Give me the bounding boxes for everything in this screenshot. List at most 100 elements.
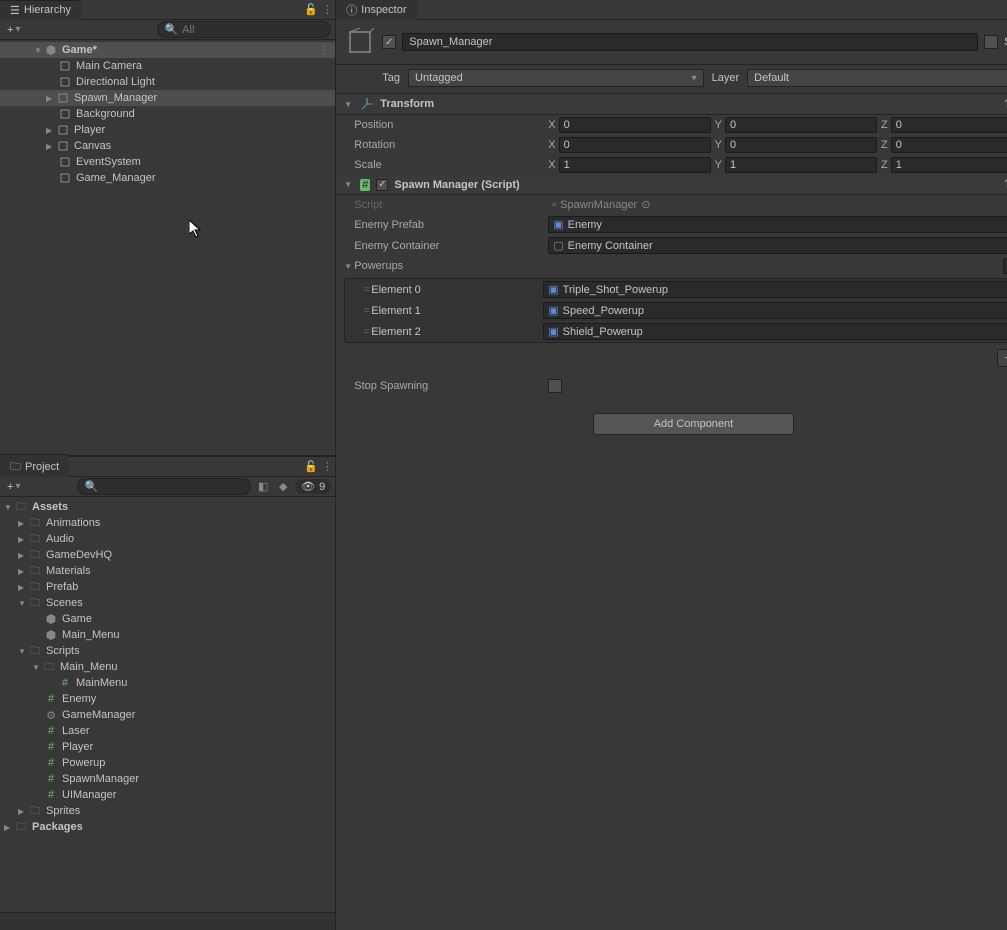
element-field[interactable]: ▣ Speed_Powerup ⊙	[543, 302, 1007, 319]
gameobject-name-input[interactable]	[402, 33, 978, 51]
hidden-toggle[interactable]: 👁 9	[295, 479, 331, 494]
script-item[interactable]: ⚙GameManager	[0, 707, 335, 723]
item-label: Main Camera	[76, 60, 142, 72]
folder-scenes[interactable]: ▼🗀Scenes	[0, 595, 335, 611]
script-item[interactable]: #Laser	[0, 723, 335, 739]
rotation-z-input[interactable]	[891, 137, 1007, 153]
gameobject-icon: ▢	[553, 239, 563, 252]
stop-spawning-row: Stop Spawning	[336, 377, 1007, 395]
gameobject-icon	[344, 26, 376, 58]
folder-item[interactable]: ▶🗀GameDevHQ	[0, 547, 335, 563]
script-item[interactable]: #SpawnManager	[0, 771, 335, 787]
script-item[interactable]: #Player	[0, 739, 335, 755]
rotation-x-input[interactable]	[559, 137, 711, 153]
static-checkbox[interactable]	[984, 35, 998, 49]
enemy-container-field[interactable]: ▢ Enemy Container ⊙	[548, 237, 1007, 254]
folder-item[interactable]: ▶🗀Animations	[0, 515, 335, 531]
spawnmanager-header[interactable]: ▼ # Spawn Manager (Script) ? ⇄ ⋮	[336, 175, 1007, 195]
folder-sprites[interactable]: ▶🗀Sprites	[0, 803, 335, 819]
script-item[interactable]: #Enemy	[0, 691, 335, 707]
lock-icon[interactable]: 🔓	[303, 459, 319, 475]
project-tab[interactable]: 🗀 Project	[0, 454, 69, 480]
hierarchy-item[interactable]: ▶ Canvas	[0, 138, 335, 154]
foldout-icon[interactable]: ▼	[344, 262, 354, 271]
foldout-icon[interactable]: ▶	[18, 551, 28, 560]
hierarchy-search[interactable]: 🔍	[157, 21, 331, 38]
lock-icon[interactable]: 🔓	[303, 2, 319, 18]
foldout-icon[interactable]: ▶	[18, 567, 28, 576]
add-button[interactable]: + ▾	[4, 480, 23, 494]
foldout-icon[interactable]: ▶	[4, 823, 14, 832]
element-field[interactable]: ▣ Triple_Shot_Powerup ⊙	[543, 281, 1007, 298]
foldout-icon[interactable]: ▼	[34, 46, 44, 55]
foldout-icon[interactable]: ▼	[344, 180, 354, 189]
foldout-icon[interactable]: ▼	[4, 503, 14, 512]
active-checkbox[interactable]	[382, 35, 396, 49]
element-field[interactable]: ▣ Shield_Powerup ⊙	[543, 323, 1007, 340]
tag-dropdown[interactable]: Untagged ▾	[408, 69, 704, 87]
foldout-icon[interactable]: ▼	[18, 647, 28, 656]
layer-dropdown[interactable]: Default ▾	[747, 69, 1007, 87]
folder-assets[interactable]: ▼ 🗀 Assets	[0, 499, 335, 515]
scene-item[interactable]: ⬢Game	[0, 611, 335, 627]
position-z-input[interactable]	[891, 117, 1007, 133]
transform-header[interactable]: ▼ Transform ? ⇄ ⋮	[336, 94, 1007, 115]
scale-y-input[interactable]	[725, 157, 877, 173]
project-header: 🗀 Project 🔓 ⋮	[0, 457, 335, 477]
folder-item[interactable]: ▶🗀Prefab	[0, 579, 335, 595]
folder-item[interactable]: ▶🗀Materials	[0, 563, 335, 579]
script-item[interactable]: #UIManager	[0, 787, 335, 803]
hierarchy-item[interactable]: EventSystem	[0, 154, 335, 170]
powerups-count-input[interactable]	[1003, 258, 1007, 274]
filter-type-icon[interactable]: ◧	[255, 479, 271, 495]
position-x-input[interactable]	[559, 117, 711, 133]
hierarchy-item[interactable]: Background	[0, 106, 335, 122]
hierarchy-tab[interactable]: ☰ Hierarchy	[0, 0, 81, 20]
array-add-button[interactable]: +	[997, 349, 1007, 367]
foldout-icon[interactable]: ▶	[46, 142, 56, 151]
add-component-button[interactable]: Add Component	[593, 413, 795, 435]
foldout-icon[interactable]: ▼	[32, 663, 42, 672]
hierarchy-item[interactable]: Directional Light	[0, 74, 335, 90]
scene-item[interactable]: ⬢Main_Menu	[0, 627, 335, 643]
hierarchy-item-selected[interactable]: ▶ Spawn_Manager	[0, 90, 335, 106]
folder-packages[interactable]: ▶🗀Packages	[0, 819, 335, 835]
foldout-icon[interactable]: ▶	[46, 126, 56, 135]
scale-x-input[interactable]	[559, 157, 711, 173]
foldout-icon[interactable]: ▼	[344, 100, 354, 109]
enemy-prefab-field[interactable]: ▣ Enemy ⊙	[548, 216, 1007, 233]
inspector-tab[interactable]: ⓘ Inspector	[336, 0, 416, 21]
foldout-icon[interactable]: ▶	[18, 519, 28, 528]
drag-handle-icon[interactable]: =	[353, 305, 367, 317]
hierarchy-item[interactable]: Game_Manager	[0, 170, 335, 186]
menu-icon[interactable]: ⋮	[319, 2, 335, 18]
folder-item[interactable]: ▶🗀Audio	[0, 531, 335, 547]
scene-row[interactable]: ▼ ⬢ Game* ⋮	[0, 42, 335, 58]
stop-spawning-checkbox[interactable]	[548, 379, 562, 393]
search-input[interactable]	[102, 481, 244, 493]
search-input[interactable]	[182, 24, 324, 36]
script-icon: #	[44, 789, 58, 801]
hierarchy-item[interactable]: Main Camera	[0, 58, 335, 74]
filter-label-icon[interactable]: ◆	[275, 479, 291, 495]
foldout-icon[interactable]: ▶	[18, 583, 28, 592]
drag-handle-icon[interactable]: =	[353, 284, 367, 296]
element-value: Shield_Powerup	[563, 326, 643, 338]
project-search[interactable]: 🔍	[77, 478, 251, 495]
drag-handle-icon[interactable]: =	[353, 326, 367, 338]
foldout-icon[interactable]: ▶	[18, 807, 28, 816]
menu-icon[interactable]: ⋮	[319, 459, 335, 475]
foldout-icon[interactable]: ▼	[18, 599, 28, 608]
rotation-y-input[interactable]	[725, 137, 877, 153]
foldout-icon[interactable]: ▶	[18, 535, 28, 544]
scale-z-input[interactable]	[891, 157, 1007, 173]
scene-menu-icon[interactable]: ⋮	[319, 45, 329, 56]
folder-mainmenu[interactable]: ▼🗀Main_Menu	[0, 659, 335, 675]
script-item[interactable]: #MainMenu	[0, 675, 335, 691]
foldout-icon[interactable]: ▶	[46, 94, 56, 103]
enabled-checkbox[interactable]	[376, 179, 388, 191]
script-item[interactable]: #Powerup	[0, 755, 335, 771]
add-button[interactable]: + ▾	[4, 23, 23, 37]
position-y-input[interactable]	[725, 117, 877, 133]
hierarchy-item[interactable]: ▶ Player	[0, 122, 335, 138]
